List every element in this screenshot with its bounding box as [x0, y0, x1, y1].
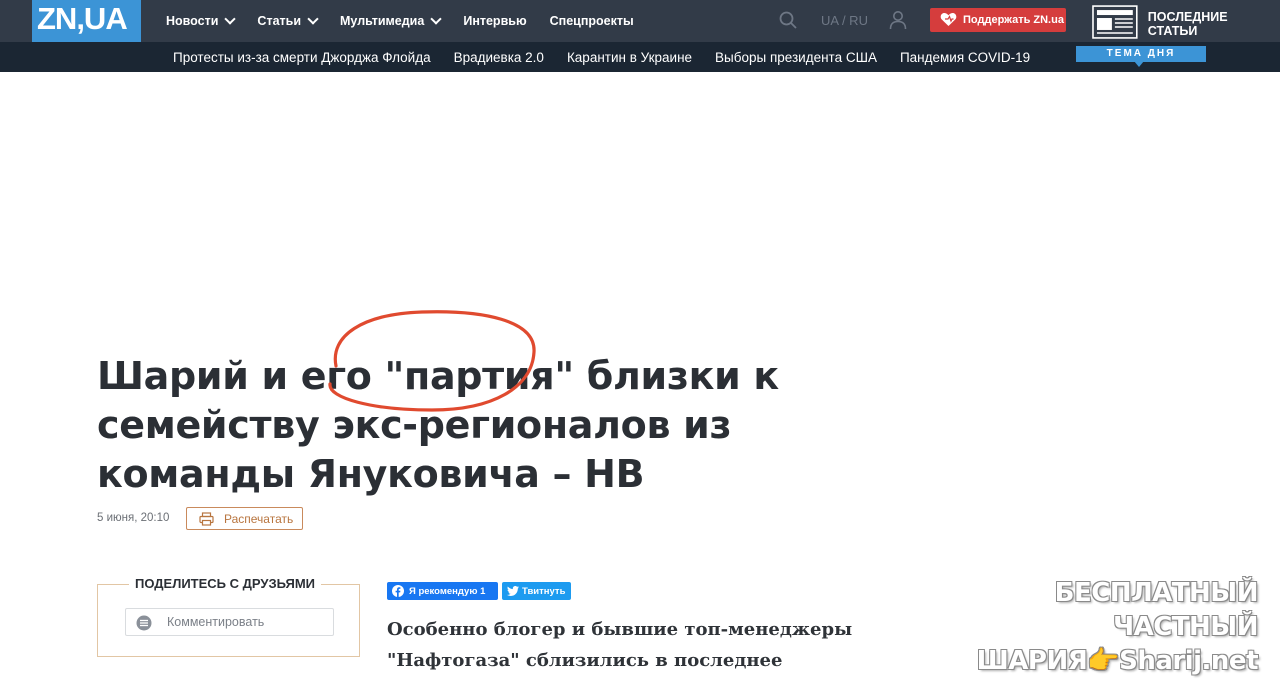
watermark: БЕСПЛАТНЫЙ ЧАСТНЫЙ ШАРИЯ👉Sharij.net [948, 576, 1259, 678]
facebook-recommend-button[interactable]: Я рекомендую 1 [387, 582, 498, 600]
facebook-icon [392, 585, 404, 597]
user-icon[interactable] [889, 10, 907, 30]
article-date: 5 июня, 20:10 [97, 512, 170, 524]
topic-of-day-badge-tail [1134, 61, 1144, 67]
share-title: ПОДЕЛИТЕСЬ С ДРУЗЬЯМИ [129, 576, 321, 591]
logo-text: ZN,UA [37, 1, 128, 36]
site-logo[interactable]: ZN,UA [32, 0, 141, 48]
twitter-bird-icon [507, 586, 519, 596]
newspaper-icon [1092, 5, 1138, 39]
nav-item-label: Интервью [463, 14, 527, 28]
print-label: Распечатать [224, 511, 294, 526]
nav-item-articles[interactable]: Статьи [257, 13, 319, 28]
topic-list: Протесты из-за смерти Джорджа Флойда Вра… [173, 42, 1053, 72]
nav-item-multimedia[interactable]: Мультимедиа [340, 13, 442, 28]
heart-icon [940, 12, 957, 26]
tweet-label: Твитнуть [522, 585, 566, 597]
topic-link[interactable]: Карантин в Украине [567, 50, 692, 65]
chevron-down-icon [307, 13, 319, 25]
search-icon[interactable] [779, 11, 797, 29]
printer-icon [199, 512, 214, 526]
topic-link[interactable]: Выборы президента США [715, 50, 877, 65]
language-switch[interactable]: UA / RU [821, 13, 868, 28]
nav-item-news[interactable]: Новости [166, 13, 237, 28]
topic-of-day-badge: ТЕМА ДНЯ [1076, 46, 1206, 62]
chevron-down-icon [224, 13, 237, 25]
comment-button[interactable]: Комментировать [125, 608, 334, 636]
main-nav: Новости Статьи Мультимедиа Интервью Спец… [166, 0, 657, 42]
chevron-down-icon [430, 13, 442, 25]
watermark-line-1: БЕСПЛАТНЫЙ ЧАСТНЫЙ [1054, 578, 1259, 642]
nav-item-label: Статьи [257, 14, 302, 28]
tweet-button[interactable]: Твитнуть [502, 582, 571, 600]
facebook-recommend-label: Я рекомендую 1 [409, 585, 486, 597]
print-button[interactable]: Распечатать [186, 507, 303, 530]
nav-item-label: Спецпроекты [549, 14, 634, 28]
support-label: Поддержать ZN.ua [963, 14, 1064, 26]
nav-item-label: Мультимедиа [340, 14, 425, 28]
nav-item-special-projects[interactable]: Спецпроекты [550, 14, 634, 28]
topic-link[interactable]: Пандемия COVID-19 [900, 50, 1030, 65]
top-bar: ZN,UA Новости Статьи Мультимедиа Интервь… [0, 0, 1280, 48]
comment-icon [136, 615, 152, 631]
nav-item-label: Новости [166, 14, 219, 28]
support-button[interactable]: Поддержать ZN.ua [930, 8, 1066, 32]
watermark-line-2: ШАРИЯ👉Sharij.net [976, 646, 1259, 676]
article-lead: Особенно блогер и бывшие топ-менеджеры "… [387, 619, 853, 671]
topic-link[interactable]: Врадиевка 2.0 [454, 50, 544, 65]
topic-link[interactable]: Протесты из-за смерти Джорджа Флойда [173, 50, 431, 65]
comment-label: Комментировать [167, 615, 265, 629]
latest-articles-label: ПОСЛЕДНИЕ СТАТЬИ [1147, 10, 1228, 38]
nav-item-interview[interactable]: Интервью [463, 14, 526, 28]
article-title: Шарий и его "партия" близки к семейству … [97, 354, 779, 496]
latest-articles-button[interactable]: ПОСЛЕДНИЕ СТАТЬИ [1091, 5, 1280, 39]
